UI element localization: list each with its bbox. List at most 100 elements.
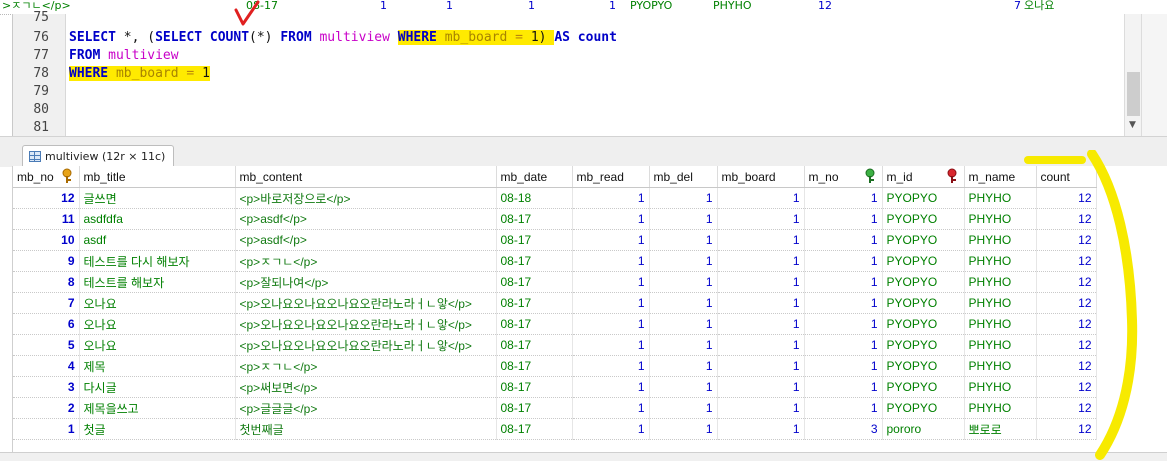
table-row[interactable]: 5 오나요 <p>오나요오나요오나요오란라노라ㅓㄴ앟</p> 08-17 1 1 1 1 PYO… (13, 334, 1097, 356)
table-cell-m-name[interactable]: PHYHO (964, 292, 1037, 314)
tab-multiview[interactable]: multiview (12r × 11c) (22, 145, 175, 167)
table-cell-mb-del[interactable]: 1 (649, 397, 718, 419)
table-cell-mb-date[interactable]: 08-17 (496, 313, 573, 335)
table-row[interactable]: 6 오나요 <p>오나요오나요오나요오란라노라ㅓㄴ앟</p> 08-17 1 1 1 1 PYO… (13, 313, 1097, 335)
table-cell-mb-no[interactable]: 2 (13, 397, 80, 419)
table-row[interactable]: 3 다시글 <p>써보면</p> 08-17 1 1 1 1 PYOPYO PHYHO 12 (13, 376, 1097, 398)
table-row[interactable]: 2 제목을쓰고 <p>글글글</p> 08-17 1 1 1 1 PYOPYO PHYHO 12 (13, 397, 1097, 419)
table-cell-mb-no[interactable]: 10 (13, 229, 80, 251)
editor-scrollbar[interactable]: ▼ (1124, 14, 1142, 136)
column-header[interactable]: mb_del (649, 166, 718, 188)
table-cell-m-no[interactable]: 1 (804, 208, 883, 230)
table-cell-mb-title[interactable]: 제목 (79, 355, 236, 377)
table-cell-mb-no[interactable]: 4 (13, 355, 80, 377)
table-cell-count[interactable]: 12 (1036, 376, 1097, 398)
table-cell-mb-date[interactable]: 08-17 (496, 334, 573, 356)
table-cell-mb-title[interactable]: 제목을쓰고 (79, 397, 236, 419)
table-cell-m-id[interactable]: pororo (882, 418, 965, 440)
table-cell-count[interactable]: 12 (1036, 418, 1097, 440)
table-cell-mb-content[interactable]: <p>글글글</p> (235, 397, 497, 419)
table-cell-count[interactable]: 12 (1036, 208, 1097, 230)
table-cell-m-name[interactable]: PHYHO (964, 250, 1037, 272)
table-cell-mb-del[interactable]: 1 (649, 292, 718, 314)
table-cell-m-name[interactable]: PHYHO (964, 187, 1037, 209)
table-cell-mb-title[interactable]: 오나요 (79, 334, 236, 356)
table-cell-mb-del[interactable]: 1 (649, 334, 718, 356)
table-cell-mb-board[interactable]: 1 (717, 376, 805, 398)
table-cell-mb-date[interactable]: 08-17 (496, 397, 573, 419)
table-cell-mb-del[interactable]: 1 (649, 355, 718, 377)
table-cell-mb-del[interactable]: 1 (649, 271, 718, 293)
result-grid[interactable]: mb_no mb_title mb_content mb_date mb_rea… (12, 166, 1167, 452)
table-cell-m-name[interactable]: PHYHO (964, 334, 1037, 356)
table-cell-m-id[interactable]: PYOPYO (882, 187, 965, 209)
table-cell-mb-content[interactable]: <p>asdf</p> (235, 208, 497, 230)
table-cell-mb-del[interactable]: 1 (649, 208, 718, 230)
table-cell-mb-read[interactable]: 1 (572, 229, 650, 251)
table-cell-m-no[interactable]: 1 (804, 397, 883, 419)
table-cell-mb-date[interactable]: 08-17 (496, 208, 573, 230)
table-cell-mb-del[interactable]: 1 (649, 187, 718, 209)
table-cell-m-no[interactable]: 1 (804, 292, 883, 314)
code-line-78[interactable]: WHERE mb_board = 1 (69, 66, 210, 81)
table-cell-m-id[interactable]: PYOPYO (882, 313, 965, 335)
table-cell-count[interactable]: 12 (1036, 271, 1097, 293)
table-cell-mb-content[interactable]: <p>오나요오나요오나요오란라노라ㅓㄴ앟</p> (235, 334, 497, 356)
table-cell-mb-read[interactable]: 1 (572, 418, 650, 440)
column-header[interactable]: mb_board (717, 166, 805, 188)
table-cell-mb-no[interactable]: 9 (13, 250, 80, 272)
table-cell-mb-title[interactable]: 테스트를 다시 해보자 (79, 250, 236, 272)
table-cell-mb-content[interactable]: <p>써보면</p> (235, 376, 497, 398)
table-cell-count[interactable]: 12 (1036, 250, 1097, 272)
table-cell-m-name[interactable]: PHYHO (964, 271, 1037, 293)
table-cell-mb-read[interactable]: 1 (572, 271, 650, 293)
table-cell-mb-read[interactable]: 1 (572, 208, 650, 230)
table-cell-mb-no[interactable]: 6 (13, 313, 80, 335)
table-cell-m-id[interactable]: PYOPYO (882, 397, 965, 419)
table-cell-mb-date[interactable]: 08-17 (496, 376, 573, 398)
table-cell-count[interactable]: 12 (1036, 187, 1097, 209)
table-cell-mb-board[interactable]: 1 (717, 187, 805, 209)
table-cell-mb-no[interactable]: 12 (13, 187, 80, 209)
table-cell-m-name[interactable]: PHYHO (964, 376, 1037, 398)
table-cell-mb-title[interactable]: asdfdfa (79, 208, 236, 230)
table-cell-mb-board[interactable]: 1 (717, 229, 805, 251)
table-cell-mb-read[interactable]: 1 (572, 397, 650, 419)
table-cell-m-id[interactable]: PYOPYO (882, 355, 965, 377)
table-row[interactable]: 1 첫글 첫번째글 08-17 1 1 1 3 pororo 뽀로로 12 (13, 418, 1097, 440)
table-cell-mb-date[interactable]: 08-17 (496, 250, 573, 272)
table-cell-mb-read[interactable]: 1 (572, 313, 650, 335)
table-cell-m-id[interactable]: PYOPYO (882, 208, 965, 230)
column-header[interactable]: mb_content (235, 166, 497, 188)
table-cell-mb-board[interactable]: 1 (717, 271, 805, 293)
table-cell-m-name[interactable]: PHYHO (964, 397, 1037, 419)
code-line-77[interactable]: FROM multiview (69, 48, 179, 63)
table-cell-m-no[interactable]: 1 (804, 355, 883, 377)
table-cell-mb-no[interactable]: 1 (13, 418, 80, 440)
table-row[interactable]: 8 테스트를 해보자 <p>잘되나여</p> 08-17 1 1 1 1 PYOPYO PHYHO… (13, 271, 1097, 293)
table-row[interactable]: 9 테스트를 다시 해보자 <p>ㅈㄱㄴ</p> 08-17 1 1 1 1 PYOPYO PHY… (13, 250, 1097, 272)
table-cell-m-id[interactable]: PYOPYO (882, 334, 965, 356)
table-cell-mb-date[interactable]: 08-17 (496, 271, 573, 293)
table-cell-m-id[interactable]: PYOPYO (882, 250, 965, 272)
table-cell-mb-no[interactable]: 11 (13, 208, 80, 230)
table-cell-mb-read[interactable]: 1 (572, 376, 650, 398)
table-cell-mb-board[interactable]: 1 (717, 355, 805, 377)
table-cell-m-id[interactable]: PYOPYO (882, 229, 965, 251)
table-cell-mb-content[interactable]: <p>ㅈㄱㄴ</p> (235, 250, 497, 272)
column-header[interactable]: mb_no (13, 166, 80, 188)
table-cell-m-no[interactable]: 1 (804, 229, 883, 251)
table-cell-mb-date[interactable]: 08-17 (496, 292, 573, 314)
table-cell-count[interactable]: 12 (1036, 292, 1097, 314)
column-header[interactable]: m_name (964, 166, 1037, 188)
table-cell-m-name[interactable]: PHYHO (964, 208, 1037, 230)
table-row[interactable]: 10 asdf <p>asdf</p> 08-17 1 1 1 1 PYOPYO PHYHO 12 (13, 229, 1097, 251)
scrollbar-thumb[interactable] (1127, 72, 1140, 116)
table-cell-mb-del[interactable]: 1 (649, 229, 718, 251)
table-cell-mb-title[interactable]: 글쓰면 (79, 187, 236, 209)
table-cell-mb-date[interactable]: 08-17 (496, 355, 573, 377)
table-cell-mb-content[interactable]: <p>ㅈㄱㄴ</p> (235, 355, 497, 377)
table-row[interactable]: 11 asdfdfa <p>asdf</p> 08-17 1 1 1 1 PYOPYO PHYHO… (13, 208, 1097, 230)
table-cell-mb-content[interactable]: <p>바로저장으로</p> (235, 187, 497, 209)
table-cell-mb-date[interactable]: 08-18 (496, 187, 573, 209)
